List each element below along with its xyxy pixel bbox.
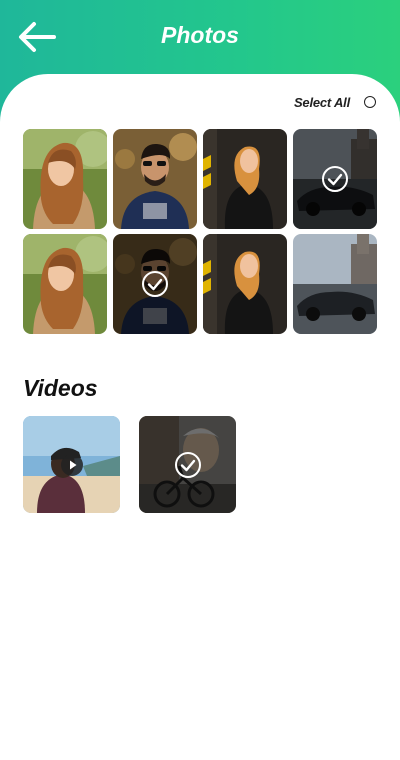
photo-grid	[23, 129, 377, 334]
check-icon	[322, 166, 348, 192]
photo-thumbnail[interactable]	[113, 129, 197, 229]
photo-thumbnail[interactable]	[293, 129, 377, 229]
photo-thumbnail[interactable]	[113, 234, 197, 334]
check-icon	[142, 271, 168, 297]
photo-thumbnail[interactable]	[293, 234, 377, 334]
video-thumbnail[interactable]	[23, 416, 120, 513]
check-icon	[174, 451, 201, 478]
photo-thumbnail[interactable]	[23, 234, 107, 334]
select-all-toggle[interactable]: Select All	[294, 93, 376, 111]
photo-thumbnail[interactable]	[203, 129, 287, 229]
videos-heading: Videos	[23, 375, 98, 401]
play-icon	[60, 453, 83, 476]
photo-thumbnail[interactable]	[23, 129, 107, 229]
photo-thumbnail[interactable]	[203, 234, 287, 334]
video-list	[23, 416, 236, 513]
video-thumbnail[interactable]	[139, 416, 236, 513]
select-all-label: Select All	[293, 94, 350, 110]
select-all-radio[interactable]	[364, 96, 376, 108]
page-title: Photos	[161, 22, 239, 48]
